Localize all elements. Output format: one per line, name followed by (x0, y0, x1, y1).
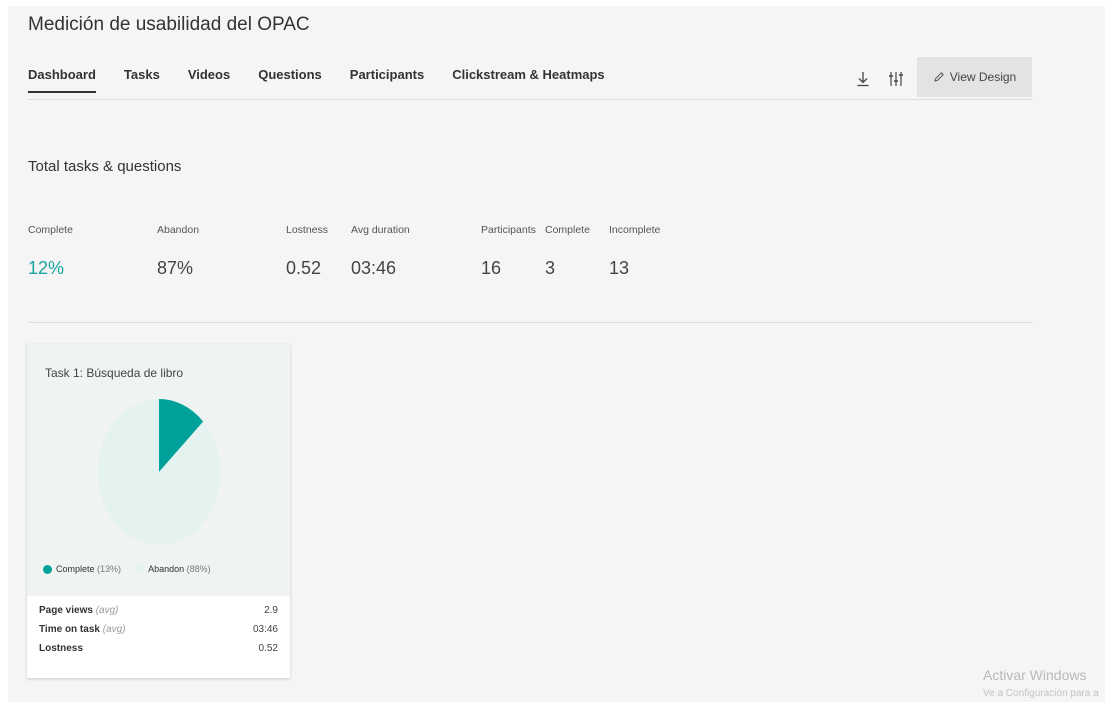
metric-value-participants-complete: 3 (545, 258, 556, 278)
dashboard-page: Medición de usabilidad del OPAC Dashboar… (8, 6, 1105, 702)
download-icon[interactable] (854, 70, 872, 88)
chart-legend: Complete (13%) Abandon (88%) (43, 564, 211, 574)
legend-label-abandon: Abandon (148, 564, 185, 574)
metric-value-avg-duration: 03:46 (351, 258, 397, 278)
legend-pct-abandon: (88%) (186, 564, 211, 574)
section-title: Total tasks & questions (28, 158, 182, 175)
metric-value-lostness: 0.52 (286, 258, 322, 278)
legend-pct-complete: (13%) (97, 564, 122, 574)
stat-row-time-on-task: Time on task (avg) 03:46 (27, 620, 290, 639)
metric-label-lostness: Lostness (286, 224, 329, 236)
stat-qualifier: (avg) (95, 605, 119, 616)
metric-label-avg-duration: Avg duration (351, 224, 410, 236)
stat-value: 0.52 (258, 643, 278, 654)
page-title: Medición de usabilidad del OPAC (28, 14, 310, 35)
metric-label-participants-complete: Complete (545, 224, 590, 236)
task-card-chart-area: Task 1: Búsqueda de libro Complete (13%)… (27, 344, 290, 596)
metric-value-incomplete: 13 (609, 258, 630, 278)
tab-bar: Dashboard Tasks Videos Questions Partici… (28, 67, 633, 93)
tab-questions[interactable]: Questions (258, 67, 322, 93)
view-design-button[interactable]: View Design (917, 57, 1032, 97)
stat-value: 03:46 (252, 624, 278, 635)
pie-chart (97, 399, 220, 545)
legend-swatch-complete (43, 564, 52, 574)
stat-qualifier: (avg) (102, 624, 126, 635)
metric-label-incomplete: Incomplete (609, 224, 661, 236)
legend-swatch-abandon (135, 564, 145, 574)
metric-value-participants: 16 (481, 258, 502, 278)
task-card[interactable]: Task 1: Búsqueda de libro Complete (13%)… (27, 344, 290, 678)
tab-dashboard[interactable]: Dashboard (28, 67, 96, 93)
stat-label: Lostness (39, 643, 83, 654)
legend-label-complete: Complete (56, 564, 95, 574)
stat-label: Time on task (39, 624, 100, 635)
stat-value: 2.9 (264, 605, 278, 616)
tab-clickstream-heatmaps[interactable]: Clickstream & Heatmaps (452, 67, 604, 93)
tab-participants[interactable]: Participants (350, 67, 424, 93)
windows-activation-title: Activar Windows (983, 667, 1087, 683)
stat-label: Page views (39, 605, 93, 616)
task-card-title: Task 1: Búsqueda de libro (45, 366, 184, 380)
windows-activation-subtitle: Ve a Configuración para a (983, 688, 1099, 699)
view-design-label: View Design (949, 70, 1017, 84)
sliders-icon[interactable] (887, 70, 905, 88)
metric-label-abandon: Abandon (157, 224, 200, 236)
stat-row-page-views: Page views (avg) 2.9 (27, 601, 290, 620)
metric-label-complete: Complete (28, 224, 73, 236)
section-divider (28, 322, 1033, 323)
stat-row-lostness: Lostness 0.52 (27, 639, 290, 658)
task-card-stats: Page views (avg) 2.9 Time on task (avg) … (27, 596, 290, 658)
tab-bar-divider (28, 99, 1033, 100)
tab-tasks[interactable]: Tasks (124, 67, 160, 93)
metric-value-complete: 12% (28, 258, 65, 278)
tab-videos[interactable]: Videos (188, 67, 230, 93)
pencil-icon (934, 72, 944, 82)
metric-label-participants: Participants (481, 224, 536, 236)
metric-value-abandon: 87% (157, 258, 194, 278)
